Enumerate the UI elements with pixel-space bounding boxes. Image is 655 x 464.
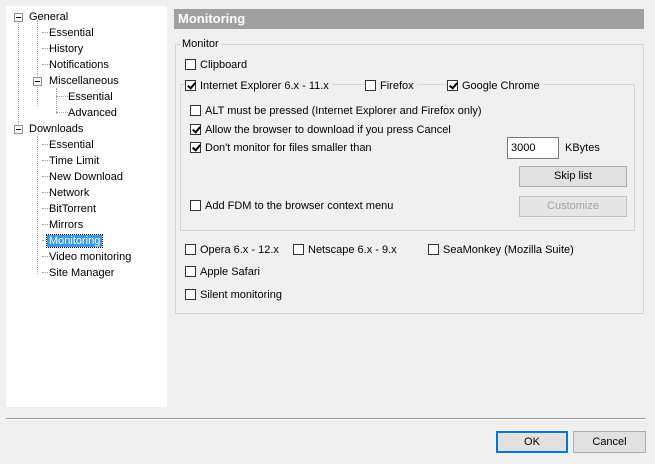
tree-item-advanced[interactable]: Advanced (66, 105, 119, 121)
allow-browser-checkbox-box[interactable] (190, 124, 201, 135)
tree-connector (18, 20, 19, 130)
min-size-input[interactable] (507, 137, 559, 159)
tree-item-misc-essential[interactable]: Essential (66, 89, 115, 105)
tree-item-bittorrent[interactable]: BitTorrent (47, 201, 98, 217)
tree-item-general[interactable]: General (27, 9, 70, 25)
netscape-checkbox-box[interactable] (293, 244, 304, 255)
monitor-group-label: Monitor (180, 38, 221, 51)
options-tree[interactable]: General Essential History Notifications … (6, 6, 167, 407)
safari-checkbox-box[interactable] (185, 266, 196, 277)
tree-item-downloads[interactable]: Downloads (27, 121, 85, 137)
size-unit-label: KBytes (565, 142, 600, 154)
tree-connector (37, 20, 38, 106)
tree-item-notifications[interactable]: Notifications (47, 57, 111, 73)
tree-connector (37, 136, 38, 274)
collapse-general-icon[interactable] (14, 13, 23, 22)
tree-item-mirrors[interactable]: Mirrors (47, 217, 85, 233)
customize-button[interactable]: Customize (519, 196, 627, 217)
cancel-button[interactable]: Cancel (573, 431, 646, 453)
chrome-checkbox-box[interactable] (447, 80, 458, 91)
opera-checkbox-box[interactable] (185, 244, 196, 255)
silent-monitoring-checkbox-box[interactable] (185, 289, 196, 300)
collapse-miscellaneous-icon[interactable] (33, 77, 42, 86)
ie-checkbox-box[interactable] (185, 80, 196, 91)
tree-connector (56, 88, 57, 114)
tree-item-site-manager[interactable]: Site Manager (47, 265, 116, 281)
tree-item-new-download[interactable]: New Download (47, 169, 125, 185)
ok-button[interactable]: OK (496, 431, 568, 453)
tree-item-network[interactable]: Network (47, 185, 91, 201)
footer-separator (6, 418, 646, 420)
tree-item-video-monitoring[interactable]: Video monitoring (47, 249, 133, 265)
firefox-checkbox-box[interactable] (365, 80, 376, 91)
add-context-menu-checkbox-box[interactable] (190, 200, 201, 211)
tree-item-general-essential[interactable]: Essential (47, 25, 96, 41)
collapse-downloads-icon[interactable] (14, 125, 23, 134)
dont-monitor-small-checkbox-box[interactable] (190, 142, 201, 153)
tree-item-miscellaneous[interactable]: Miscellaneous (47, 73, 121, 89)
seamonkey-checkbox-box[interactable] (428, 244, 439, 255)
chrome-checkbox[interactable]: Google Chrome Google Chrome (447, 79, 543, 93)
clipboard-checkbox-box[interactable] (185, 59, 196, 70)
alt-pressed-checkbox-box[interactable] (190, 105, 201, 116)
tree-item-downloads-essential[interactable]: Essential (47, 137, 96, 153)
tree-item-history[interactable]: History (47, 41, 85, 57)
ie-checkbox[interactable]: Internet Explorer 6.x - 11.x Internet Ex… (185, 79, 332, 93)
page-title: Monitoring (174, 9, 644, 29)
skip-list-button[interactable]: Skip list (519, 166, 627, 187)
tree-item-monitoring[interactable]: Monitoring (45, 233, 104, 249)
tree-item-time-limit[interactable]: Time Limit (47, 153, 101, 169)
firefox-checkbox[interactable]: Firefox Firefox (365, 79, 417, 93)
